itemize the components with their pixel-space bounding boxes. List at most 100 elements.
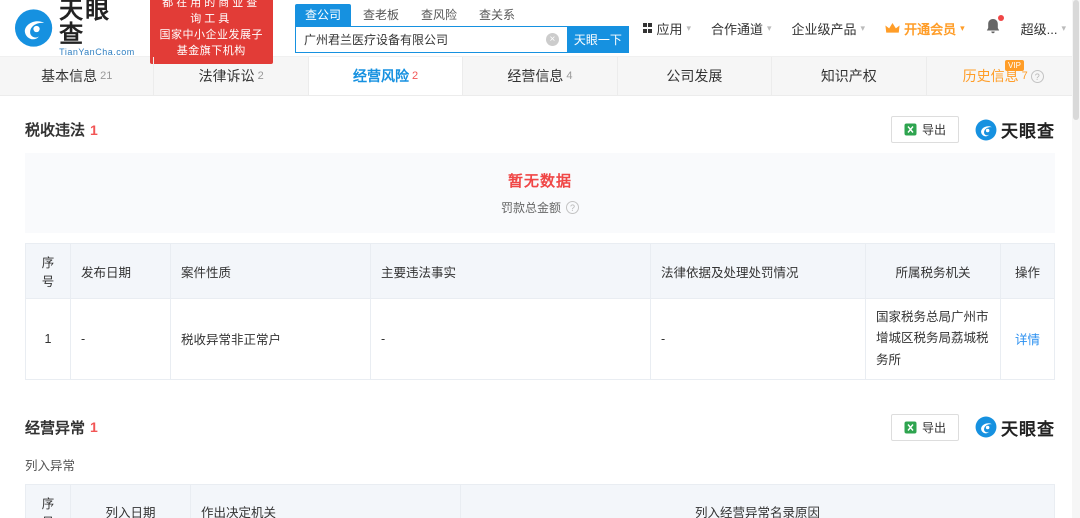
tab-count: 4 bbox=[566, 70, 572, 82]
nav-open-vip-label: 开通会员 bbox=[904, 19, 956, 38]
scrollbar[interactable] bbox=[1072, 0, 1080, 518]
cell-case-nature: 税收异常非正常户 bbox=[171, 299, 371, 380]
tab-count: 21 bbox=[100, 70, 112, 82]
tab-history-info[interactable]: VIP 历史信息 7 bbox=[927, 57, 1080, 95]
chevron-down-icon: ▾ bbox=[686, 23, 691, 34]
nav-account[interactable]: 超级... ▾ bbox=[1021, 19, 1066, 38]
logo-title: 天眼查 bbox=[59, 0, 135, 47]
col-violation-facts: 主要违法事实 bbox=[371, 244, 651, 299]
nav-apps[interactable]: 应用 ▾ bbox=[643, 19, 691, 38]
col-publish-date: 发布日期 bbox=[71, 244, 171, 299]
grid-icon bbox=[643, 23, 653, 33]
notification-dot bbox=[998, 15, 1004, 21]
chevron-down-icon: ▾ bbox=[1061, 23, 1066, 34]
tax-violation-table: 序号 发布日期 案件性质 主要违法事实 法律依据及处理处罚情况 所属税务机关 操… bbox=[25, 243, 1055, 380]
nav-account-label: 超级... bbox=[1021, 19, 1058, 38]
tab-legal-litigation[interactable]: 法律诉讼 2 bbox=[154, 57, 308, 95]
tianyancha-logo-icon bbox=[14, 8, 53, 48]
nav-partner[interactable]: 合作通道 ▾ bbox=[711, 19, 772, 38]
search-tab-risk[interactable]: 查风险 bbox=[411, 4, 467, 26]
tianyancha-logo-icon bbox=[975, 416, 997, 438]
tab-intellectual-property[interactable]: 知识产权 bbox=[772, 57, 926, 95]
nav-open-vip[interactable]: 开通会员 ▾ bbox=[885, 19, 965, 38]
tab-label: 公司发展 bbox=[666, 66, 722, 86]
search-button[interactable]: 天眼一下 bbox=[567, 26, 629, 53]
tab-label: 基本信息 bbox=[41, 66, 97, 86]
abnormal-operation-section-header: 经营异常 1 导出 天眼查 bbox=[25, 414, 1055, 441]
abnormal-operation-table: 序号 列入日期 作出决定机关 列入经营异常名录原因 1 2024-07-09 广… bbox=[25, 484, 1055, 518]
scrollbar-thumb[interactable] bbox=[1073, 0, 1079, 120]
tab-label: 经营信息 bbox=[507, 66, 563, 86]
search-tabs: 查公司 查老板 查风险 查关系 bbox=[295, 4, 629, 26]
top-nav: 应用 ▾ 合作通道 ▾ 企业级产品 ▾ 开通会员 ▾ 超级... ▾ bbox=[643, 18, 1066, 38]
export-button[interactable]: 导出 bbox=[891, 116, 959, 143]
tax-violation-section-header: 税收违法 1 导出 天眼查 bbox=[25, 116, 1055, 143]
tab-label: 知识产权 bbox=[821, 66, 877, 86]
section-count: 1 bbox=[90, 419, 98, 435]
search-input[interactable] bbox=[295, 26, 567, 53]
col-reason: 列入经营异常名录原因 bbox=[461, 484, 1055, 518]
tab-company-development[interactable]: 公司发展 bbox=[618, 57, 772, 95]
watermark-label: 天眼查 bbox=[1001, 415, 1055, 440]
excel-icon bbox=[904, 421, 917, 434]
tab-label: 经营风险 bbox=[353, 66, 409, 86]
search-tab-relation[interactable]: 查关系 bbox=[469, 4, 525, 26]
tianyancha-logo[interactable]: 天眼查 TianYanCha.com bbox=[14, 0, 136, 57]
tab-business-risk[interactable]: 经营风险 2 bbox=[309, 57, 463, 95]
vip-badge: VIP bbox=[1005, 60, 1024, 71]
col-decision-authority: 作出决定机关 bbox=[191, 484, 461, 518]
cell-violation-facts: - bbox=[371, 299, 651, 380]
header: 天眼查 TianYanCha.com 都在用的商业查询工具 国家中小企业发展子基… bbox=[0, 0, 1080, 56]
section-title: 税收违法 bbox=[25, 119, 85, 140]
cell-legal-basis: - bbox=[651, 299, 866, 380]
tab-count: 2 bbox=[412, 70, 418, 82]
tab-business-info[interactable]: 经营信息 4 bbox=[463, 57, 617, 95]
table-row: 1 - 税收异常非正常户 - - 国家税务总局广州市增城区税务局荔城税务所 详情 bbox=[26, 299, 1055, 380]
logo-domain: TianYanCha.com bbox=[59, 47, 135, 57]
export-label: 导出 bbox=[922, 419, 946, 436]
search-area: 查公司 查老板 查风险 查关系 天眼一下 bbox=[295, 4, 629, 53]
nav-apps-label: 应用 bbox=[656, 19, 682, 38]
clear-icon[interactable] bbox=[546, 33, 559, 46]
tianyancha-watermark: 天眼查 bbox=[975, 117, 1055, 142]
col-action: 操作 bbox=[1001, 244, 1055, 299]
chevron-down-icon: ▾ bbox=[960, 23, 965, 34]
nav-enterprise[interactable]: 企业级产品 ▾ bbox=[792, 19, 866, 38]
col-tax-authority: 所属税务机关 bbox=[866, 244, 1001, 299]
search-tab-company[interactable]: 查公司 bbox=[295, 4, 351, 26]
chevron-down-icon: ▾ bbox=[861, 23, 866, 34]
search-tab-boss[interactable]: 查老板 bbox=[353, 4, 409, 26]
col-legal-basis: 法律依据及处理处罚情况 bbox=[651, 244, 866, 299]
cell-tax-authority: 国家税务总局广州市增城区税务局荔城税务所 bbox=[866, 299, 1001, 380]
cell-no: 1 bbox=[26, 299, 71, 380]
excel-icon bbox=[904, 123, 917, 136]
tab-basic-info[interactable]: 基本信息 21 bbox=[0, 57, 154, 95]
listed-abnormal-label: 列入异常 bbox=[25, 455, 1055, 474]
fine-total-label: 罚款总金额 bbox=[501, 199, 561, 216]
nav-partner-label: 合作通道 bbox=[711, 19, 763, 38]
banner-line1: 都在用的商业查询工具 bbox=[158, 0, 265, 28]
detail-link[interactable]: 详情 bbox=[1015, 333, 1040, 347]
banner-line2: 国家中小企业发展子基金旗下机构 bbox=[158, 28, 265, 60]
tab-count: 7 bbox=[1022, 70, 1028, 82]
main-content: 税收违法 1 导出 天眼查 暂无数据 罚款总金额 bbox=[0, 116, 1080, 518]
crown-icon bbox=[885, 22, 900, 34]
cell-publish-date: - bbox=[71, 299, 171, 380]
promo-banner: 都在用的商业查询工具 国家中小企业发展子基金旗下机构 bbox=[150, 0, 273, 64]
help-icon[interactable] bbox=[566, 201, 579, 214]
tab-count: 2 bbox=[258, 70, 264, 82]
col-case-nature: 案件性质 bbox=[171, 244, 371, 299]
export-label: 导出 bbox=[922, 121, 946, 138]
tianyancha-logo-icon bbox=[975, 119, 997, 141]
table-header-row: 序号 列入日期 作出决定机关 列入经营异常名录原因 bbox=[26, 484, 1055, 518]
export-button[interactable]: 导出 bbox=[891, 414, 959, 441]
section-count: 1 bbox=[90, 122, 98, 138]
nav-enterprise-label: 企业级产品 bbox=[792, 19, 857, 38]
col-no: 序号 bbox=[26, 244, 71, 299]
section-title: 经营异常 bbox=[25, 417, 85, 438]
tianyancha-watermark: 天眼查 bbox=[975, 415, 1055, 440]
notifications-bell[interactable] bbox=[985, 18, 1001, 38]
help-icon[interactable] bbox=[1031, 70, 1044, 83]
col-list-date: 列入日期 bbox=[71, 484, 191, 518]
company-tab-bar: 基本信息 21 法律诉讼 2 经营风险 2 经营信息 4 公司发展 知识产权 V… bbox=[0, 56, 1080, 96]
